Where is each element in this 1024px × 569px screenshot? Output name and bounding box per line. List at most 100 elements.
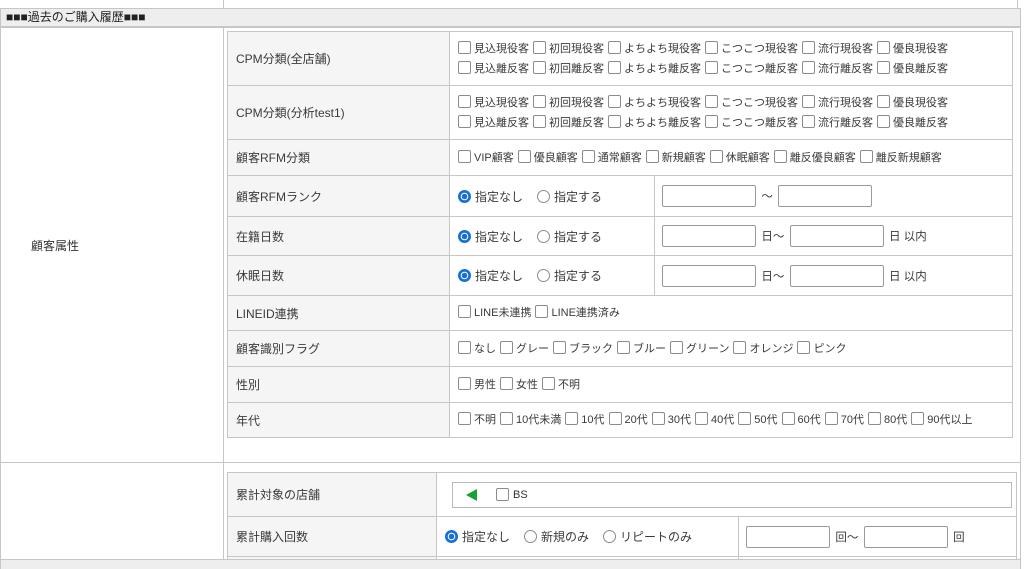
radio-icon[interactable] — [603, 530, 617, 543]
checkbox-icon[interactable] — [458, 60, 471, 74]
checkbox-icon[interactable] — [877, 94, 890, 108]
checkbox-icon[interactable] — [781, 412, 795, 425]
checkbox-icon[interactable] — [565, 412, 579, 425]
radio-icon[interactable] — [537, 269, 551, 282]
checkbox-option[interactable]: 流行現役客 — [802, 93, 873, 113]
checkbox-option[interactable]: LINE未連携 — [458, 303, 531, 323]
checkbox-option[interactable]: 優良現役客 — [877, 39, 948, 59]
checkbox-option[interactable]: 初回離反客 — [533, 113, 604, 133]
checkbox-icon[interactable] — [458, 412, 471, 425]
radio-option[interactable]: 新規のみ — [524, 528, 589, 545]
radio-icon[interactable] — [458, 269, 471, 282]
checkbox-option[interactable]: 流行現役客 — [802, 39, 873, 59]
checkbox-option[interactable]: 20代 — [608, 410, 648, 430]
checkbox-option[interactable]: 初回現役客 — [533, 93, 604, 113]
checkbox-icon[interactable] — [608, 94, 621, 108]
checkbox-option[interactable]: 80代 — [868, 410, 907, 430]
checkbox-option[interactable]: 60代 — [781, 410, 821, 430]
radio-icon[interactable] — [537, 189, 551, 203]
checkbox-option[interactable]: 見込離反客 — [458, 59, 529, 79]
checkbox-option[interactable]: 新規顧客 — [645, 148, 706, 168]
checkbox-icon[interactable] — [738, 412, 752, 425]
checkbox-icon[interactable] — [617, 340, 630, 354]
checkbox-option[interactable]: こつこつ離反客 — [705, 59, 798, 79]
checkbox-icon[interactable] — [608, 412, 622, 425]
checkbox-icon[interactable] — [705, 40, 718, 54]
checkbox-option[interactable]: ブラック — [553, 339, 613, 359]
checkbox-option[interactable]: 見込離反客 — [458, 113, 529, 133]
checkbox-icon[interactable] — [877, 114, 890, 128]
checkbox-icon[interactable] — [533, 40, 546, 54]
checkbox-option[interactable]: よちよち離反客 — [608, 113, 701, 133]
checkbox-option[interactable]: 初回離反客 — [533, 59, 604, 79]
radio-option[interactable]: 指定なし — [458, 267, 523, 284]
enrolled-days-min-input[interactable] — [662, 225, 756, 247]
checkbox-option[interactable]: 70代 — [824, 410, 864, 430]
checkbox-option[interactable]: こつこつ現役客 — [705, 39, 798, 59]
checkbox-icon[interactable] — [533, 94, 546, 108]
dormant-days-max-input[interactable] — [789, 264, 884, 287]
purchase-count-max-input[interactable] — [863, 525, 948, 548]
radio-option[interactable]: 指定なし — [458, 188, 523, 205]
radio-option[interactable]: 指定する — [537, 267, 602, 284]
checkbox-option[interactable]: LINE連携済み — [535, 303, 620, 323]
radio-option[interactable]: 指定する — [537, 228, 602, 245]
checkbox-icon[interactable] — [517, 149, 531, 163]
checkbox-icon[interactable] — [458, 149, 471, 163]
checkbox-icon[interactable] — [496, 488, 509, 501]
checkbox-option[interactable]: 優良離反客 — [877, 59, 948, 79]
checkbox-option[interactable]: 女性 — [500, 375, 538, 395]
checkbox-icon[interactable] — [458, 305, 471, 318]
checkbox-icon[interactable] — [458, 94, 471, 108]
checkbox-icon[interactable] — [877, 40, 890, 54]
checkbox-icon[interactable] — [709, 149, 723, 163]
radio-icon[interactable] — [445, 530, 458, 543]
enrolled-days-max-input[interactable] — [789, 225, 884, 247]
checkbox-icon[interactable] — [824, 412, 838, 425]
checkbox-option[interactable]: 流行離反客 — [802, 59, 873, 79]
checkbox-icon[interactable] — [670, 340, 683, 354]
checkbox-option[interactable]: 50代 — [738, 410, 778, 430]
checkbox-icon[interactable] — [802, 40, 815, 54]
checkbox-icon[interactable] — [705, 94, 718, 108]
checkbox-icon[interactable] — [802, 114, 815, 128]
radio-option[interactable]: 指定なし — [458, 228, 523, 245]
checkbox-option[interactable]: 見込現役客 — [458, 39, 529, 59]
checkbox-option[interactable]: 不明 — [542, 375, 580, 395]
checkbox-option[interactable]: ピンク — [797, 339, 846, 359]
checkbox-icon[interactable] — [553, 340, 566, 354]
checkbox-option[interactable]: 優良顧客 — [517, 148, 578, 168]
checkbox-icon[interactable] — [581, 149, 595, 163]
checkbox-option[interactable]: よちよち離反客 — [608, 59, 701, 79]
rfm-rank-max-input[interactable] — [778, 185, 873, 207]
checkbox-option[interactable]: グレー — [500, 339, 549, 359]
radio-option[interactable]: 指定する — [537, 188, 602, 205]
checkbox-icon[interactable] — [542, 376, 555, 390]
rfm-rank-min-input[interactable] — [662, 185, 756, 207]
checkbox-icon[interactable] — [645, 149, 659, 163]
checkbox-option[interactable]: VIP顧客 — [458, 148, 514, 168]
checkbox-option[interactable]: 優良現役客 — [877, 93, 948, 113]
checkbox-icon[interactable] — [859, 149, 873, 163]
checkbox-icon[interactable] — [500, 412, 513, 425]
radio-option[interactable]: 指定なし — [445, 528, 510, 545]
checkbox-option[interactable]: ブルー — [617, 339, 666, 359]
checkbox-option[interactable]: 10代未満 — [500, 410, 561, 430]
checkbox-option[interactable]: 90代以上 — [911, 410, 973, 430]
checkbox-icon[interactable] — [868, 412, 881, 425]
checkbox-option[interactable]: 通常顧客 — [581, 148, 642, 168]
checkbox-option[interactable]: 10代 — [565, 410, 605, 430]
checkbox-icon[interactable] — [705, 114, 718, 128]
checkbox-icon[interactable] — [608, 40, 621, 54]
radio-icon[interactable] — [537, 229, 551, 243]
radio-icon[interactable] — [524, 530, 538, 543]
checkbox-option[interactable]: 30代 — [651, 410, 691, 430]
checkbox-option[interactable]: なし — [458, 339, 496, 359]
checkbox-option[interactable]: 休眠顧客 — [709, 148, 770, 168]
checkbox-icon[interactable] — [733, 340, 747, 354]
checkbox-option[interactable]: 離反優良顧客 — [773, 148, 856, 168]
checkbox-icon[interactable] — [458, 40, 471, 54]
checkbox-option[interactable]: 見込現役客 — [458, 93, 529, 113]
checkbox-icon[interactable] — [877, 60, 890, 74]
dormant-days-min-input[interactable] — [662, 264, 756, 287]
